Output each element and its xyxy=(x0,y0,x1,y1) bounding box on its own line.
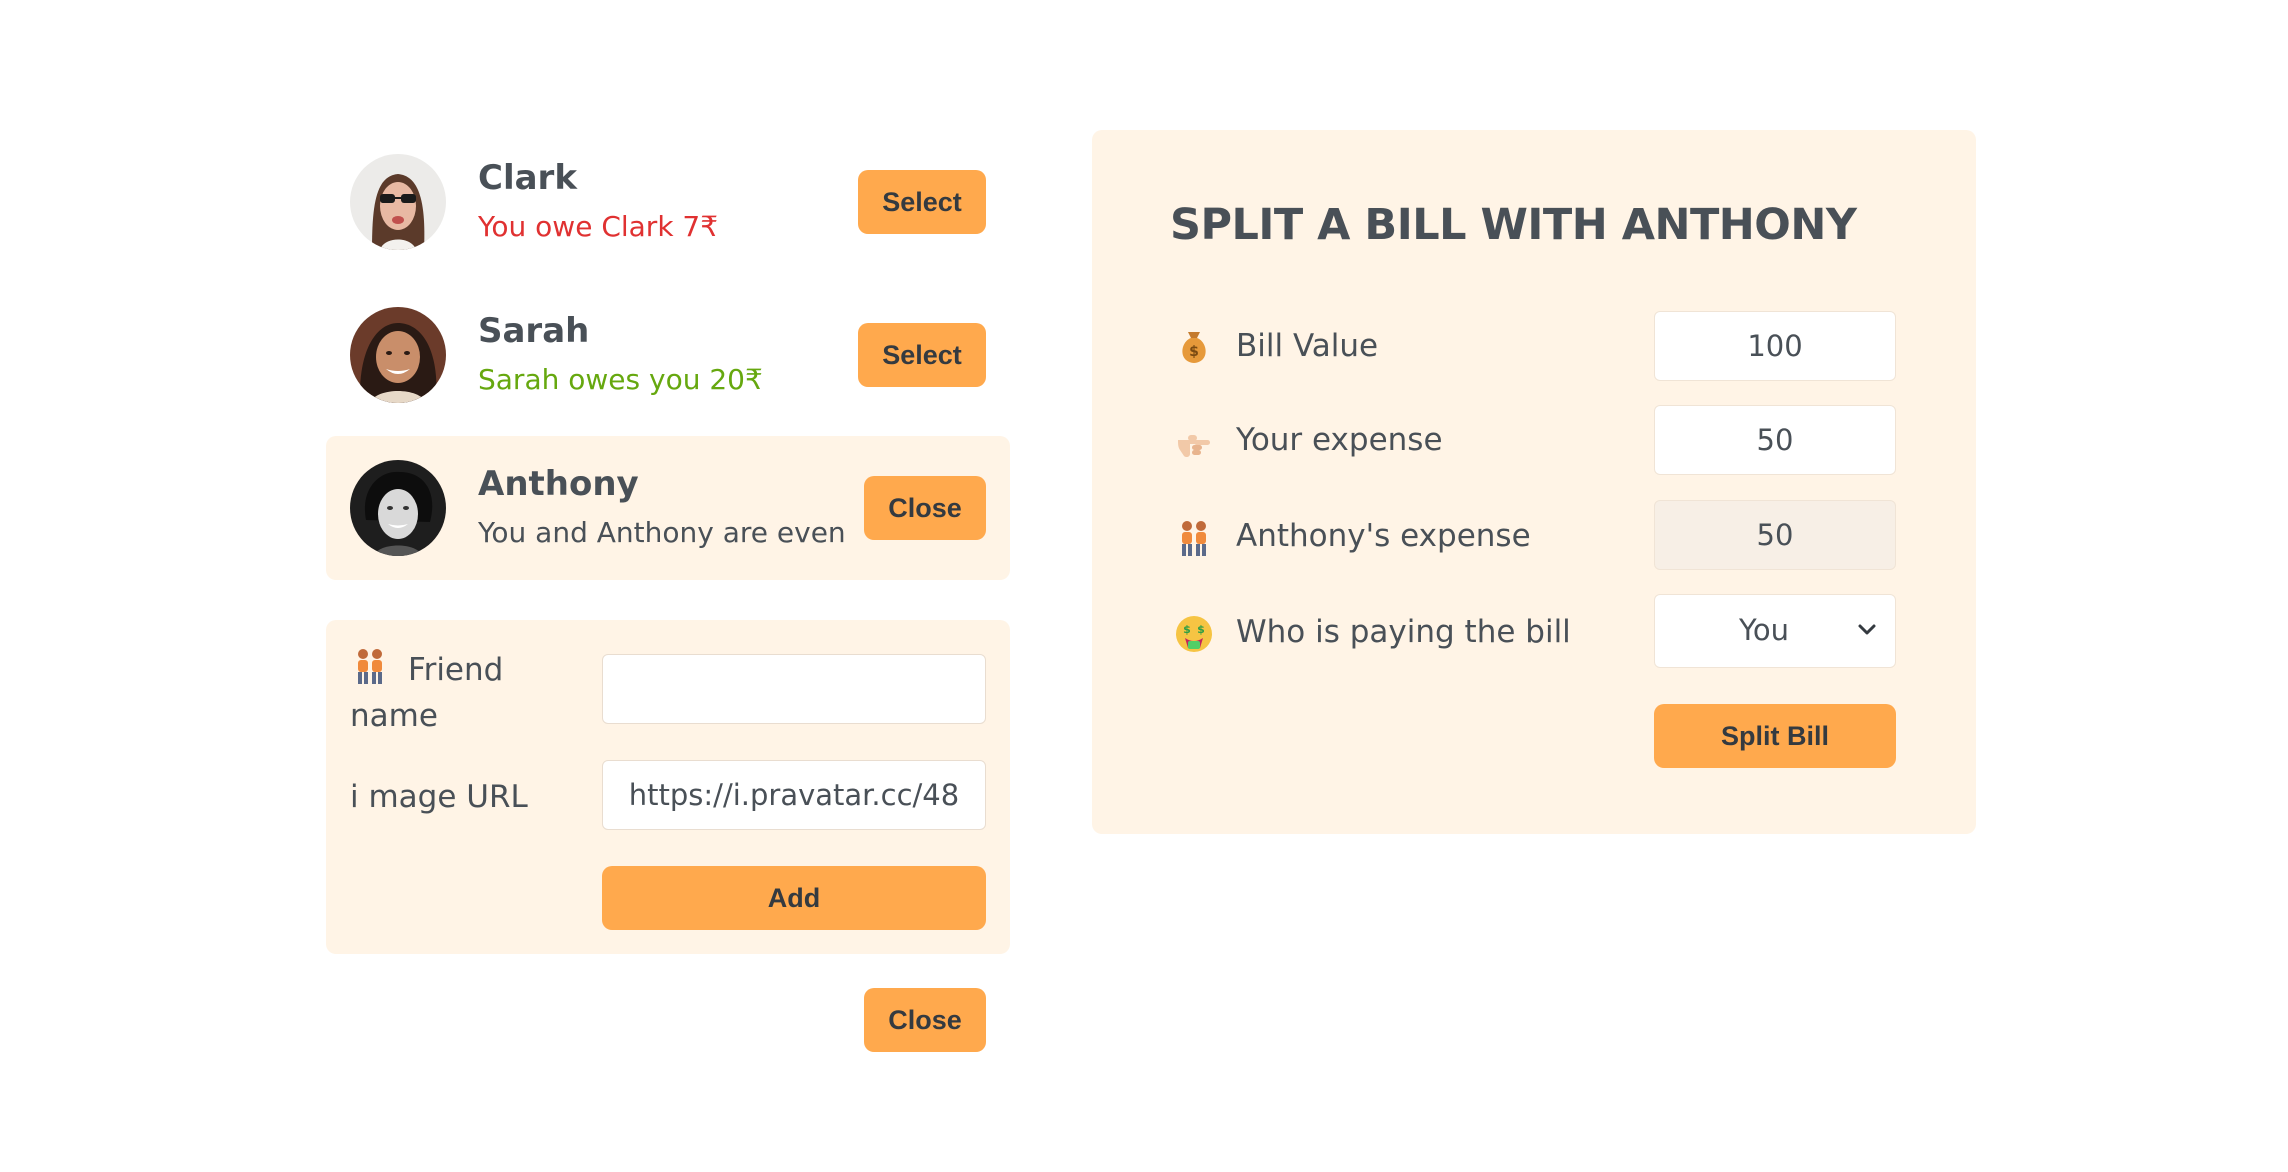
two-people-icon xyxy=(350,646,390,686)
avatar-clark xyxy=(350,154,446,250)
svg-text:$: $ xyxy=(1189,344,1199,360)
two-people-icon xyxy=(1174,518,1214,558)
split-bill-form: SPLIT A BILL WITH ANTHONY $ Bill Value Y… xyxy=(1092,130,1976,834)
friend-name: Clark xyxy=(478,158,577,198)
money-mouth-face-icon: $ $ xyxy=(1174,614,1214,654)
bill-value-input[interactable] xyxy=(1654,311,1896,381)
money-bag-icon: $ xyxy=(1174,326,1214,366)
friend-balance: You owe Clark 7₹ xyxy=(478,210,719,243)
your-expense-label: Your expense xyxy=(1236,422,1443,458)
friend-item-clark: Clark You owe Clark 7₹ Select xyxy=(326,130,1010,274)
friend-name: Anthony xyxy=(478,464,639,504)
avatar-sarah xyxy=(350,307,446,403)
svg-text:$: $ xyxy=(1197,623,1205,636)
image-url-input[interactable] xyxy=(602,760,986,830)
friend-expense-input xyxy=(1654,500,1896,570)
friends-list: Clark You owe Clark 7₹ Select Sarah Sara… xyxy=(326,130,1010,589)
payer-label: Who is paying the bill xyxy=(1236,614,1571,650)
friend-balance: You and Anthony are even xyxy=(478,516,846,549)
select-clark-button[interactable]: Select xyxy=(858,170,986,234)
split-bill-button[interactable]: Split Bill xyxy=(1654,704,1896,768)
eat-n-split-app: Clark You owe Clark 7₹ Select Sarah Sara… xyxy=(0,0,2288,1172)
pointing-hand-icon xyxy=(1174,422,1214,462)
split-bill-title: SPLIT A BILL WITH ANTHONY xyxy=(1170,200,1857,250)
select-sarah-button[interactable]: Select xyxy=(858,323,986,387)
add-friend-button[interactable]: Add xyxy=(602,866,986,930)
close-anthony-button[interactable]: Close xyxy=(864,476,986,540)
friend-name: Sarah xyxy=(478,311,590,351)
friend-expense-label: Anthony's expense xyxy=(1236,518,1531,554)
friend-item-sarah: Sarah Sarah owes you 20₹ Select xyxy=(326,283,1010,427)
bill-value-label: Bill Value xyxy=(1236,328,1379,364)
avatar-anthony xyxy=(350,460,446,556)
image-url-label: i mage URL xyxy=(350,779,528,815)
friend-name-input[interactable] xyxy=(602,654,986,724)
friend-name-label: Friend name xyxy=(350,646,570,739)
friend-item-anthony: Anthony You and Anthony are even Close xyxy=(326,436,1010,580)
close-add-form-button[interactable]: Close xyxy=(864,988,986,1052)
friend-balance: Sarah owes you 20₹ xyxy=(478,363,763,396)
chevron-down-icon xyxy=(1858,624,1876,635)
your-expense-input[interactable] xyxy=(1654,405,1896,475)
payer-select-value: You xyxy=(1739,613,1789,647)
payer-select[interactable]: You xyxy=(1654,594,1896,668)
svg-text:$: $ xyxy=(1183,623,1191,636)
add-friend-form: Friend name i mage URL Add xyxy=(326,620,1010,954)
